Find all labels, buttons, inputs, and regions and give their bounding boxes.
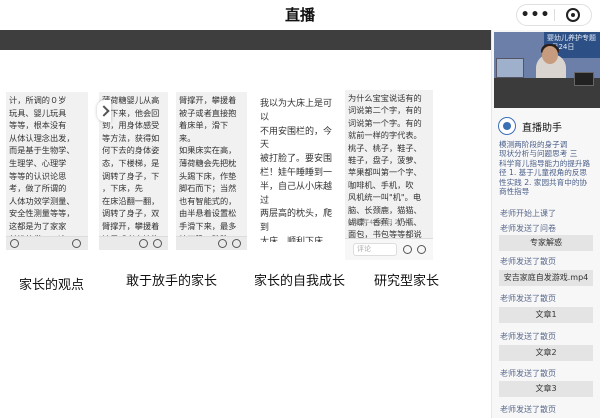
- comment-input[interactable]: 评论: [353, 243, 397, 256]
- teacher-message: 老师发送了散页: [500, 257, 556, 266]
- assistant-header: 直播助手: [496, 114, 600, 138]
- teacher-message: 老师发送了散页: [500, 294, 556, 303]
- caption-letting-go-parent: 敢于放手的家长: [126, 274, 218, 289]
- live-video[interactable]: 婴幼儿养护专题 5月24日: [494, 32, 600, 108]
- caption-parent-view: 家长的观点: [19, 278, 85, 293]
- mini-program-capsule: •••: [516, 4, 592, 26]
- live-side-panel: 婴幼儿养护专题 5月24日 直播助手 模测两阶段的身子调 现状分析与问题思考 三…: [491, 30, 600, 418]
- card-footer: [6, 236, 88, 250]
- message-card[interactable]: 安吉家庭自发游戏.mp4: [499, 270, 593, 286]
- teacher-message: 老师发送了散页: [500, 369, 556, 378]
- speaker-head: [542, 46, 558, 64]
- emoji-icon: [139, 239, 148, 248]
- add-icon: [153, 239, 162, 248]
- emoji-icon: [218, 239, 227, 248]
- projection-screen: [496, 58, 524, 78]
- emoji-icon: [403, 245, 412, 254]
- screenshot-card-3: 臂撑开，攀援着 被子或者直接抱 着床单，滑下来。 如果床实在高， 薄荷糖会先把枕…: [176, 92, 247, 250]
- presentation-slide: 计，所调的０岁 玩具、婴儿玩具 等等，根本没有 从体认理念出发， 而是基于生物学…: [0, 30, 491, 418]
- message-card[interactable]: 专家解惑: [499, 235, 593, 251]
- assistant-avatar: [498, 117, 516, 135]
- page-title: 直播: [284, 6, 315, 24]
- back-icon: [10, 239, 19, 248]
- add-icon: [417, 245, 426, 254]
- screenshot-card-5: 为什么宝宝说话有的 词说第二个字，有的 词说第一个字。有的 就前一样的字代表。 …: [345, 90, 433, 260]
- teacher-message: 老师开始上课了: [500, 209, 556, 218]
- comment-bar: 评论: [345, 238, 433, 260]
- teacher-message: 老师发送了散页: [500, 332, 556, 341]
- screenshot-card-4: 我以为大床上是可以 不用安围栏的，今天 被打脸了。要安围 栏！娃午睡睡到一 半，…: [257, 96, 339, 242]
- more-icon[interactable]: •••: [517, 6, 554, 24]
- desk-monitor: [574, 72, 594, 86]
- screenshot-card-1: 计，所调的０岁 玩具、婴儿玩具 等等，根本没有 从体认理念出发， 而是基于生物学…: [6, 92, 88, 250]
- card-text: 臂撑开，攀援着 被子或者直接抱 着床单，滑下来。 如果床实在高， 薄荷糖会先把枕…: [179, 95, 237, 250]
- emoji-icon: [72, 239, 81, 248]
- message-card[interactable]: 文章3: [499, 381, 593, 397]
- teacher-message: 老师发送了问卷: [500, 224, 556, 233]
- card-footer: [176, 236, 247, 250]
- close-icon: [565, 8, 580, 22]
- course-outline-text: 模测两阶段的身子调 现状分析与问题思考 三 科学育儿指导能力的提升路 径 1. …: [499, 140, 591, 197]
- assistant-name: 直播助手: [522, 123, 562, 134]
- card-date: 2020年4月18日 20:43: [348, 219, 412, 227]
- card-footer: [99, 236, 168, 250]
- slide-top-band: [0, 30, 491, 50]
- message-card[interactable]: 文章1: [499, 307, 593, 323]
- close-button[interactable]: [555, 8, 591, 22]
- card-text: 我以为大床上是可以 不用安围栏的，今天 被打脸了。要安围 栏！娃午睡睡到一 半，…: [260, 99, 333, 242]
- add-icon: [232, 239, 241, 248]
- teacher-message: 老师发送了散页: [500, 405, 556, 414]
- caption-self-growth-parent: 家长的自我成长: [254, 274, 346, 289]
- message-card[interactable]: 文章2: [499, 345, 593, 361]
- card-text: 薄荷糖婴儿从高 处下来，他会回 到，用身体感受 等方法，获得如 何下去的身体姿 …: [102, 95, 160, 250]
- panel-expand-chevron-icon[interactable]: [97, 100, 111, 122]
- caption-research-parent: 研究型家长: [374, 274, 440, 289]
- top-bar: 直播 •••: [0, 0, 600, 30]
- card-text: 计，所调的０岁 玩具、婴儿玩具 等等，根本没有 从体认理念出发， 而是基于生物学…: [9, 95, 75, 250]
